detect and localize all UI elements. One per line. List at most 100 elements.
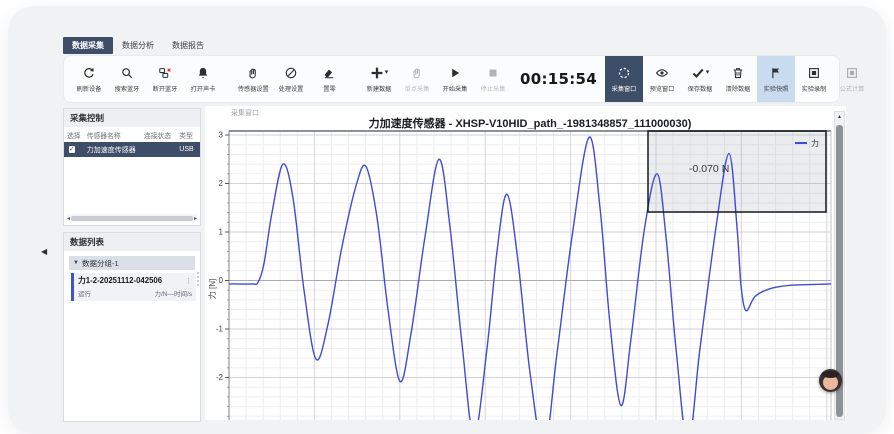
- hand-point-icon: [410, 66, 424, 80]
- new-data-button[interactable]: ▾ 新建数据: [360, 56, 398, 102]
- sensor-icon: [246, 66, 260, 80]
- data-list-panel: 数据列表 ▼数据分组-1力1-2-20251112-042506⋮运行力/N—时…: [63, 232, 201, 422]
- avatar-hair: [822, 371, 839, 378]
- panel-resize-handle[interactable]: [197, 272, 199, 286]
- group-caret-icon: ▼: [73, 260, 79, 266]
- collect-window-label: 采集窗口: [612, 83, 637, 93]
- preview-window-label: 预览窗口: [650, 83, 675, 93]
- caret-down-icon[interactable]: ▾: [385, 69, 389, 76]
- collection-timer: 00:15:54: [520, 70, 597, 88]
- legend-label: 力: [811, 138, 819, 148]
- y-tick-label: 1: [219, 228, 224, 237]
- experiment-record-label: 实验录制: [802, 83, 827, 93]
- plus-icon: [370, 66, 384, 80]
- stop-collect-button[interactable]: 停止采集: [474, 56, 512, 102]
- sensor-row[interactable]: ✓ 力加速度传感器 USB: [64, 142, 200, 157]
- play-icon: [448, 66, 462, 80]
- collect-window-chart-panel: 采集窗口 力加速度传感器 - XHSP-V10HID_path_-1981348…: [205, 106, 846, 420]
- scroll-up-icon[interactable]: ▲: [835, 112, 844, 122]
- column-header-2: 连接状态: [144, 130, 179, 140]
- search-icon: [120, 66, 134, 80]
- save-data-button[interactable]: ▾保存数据: [681, 56, 719, 102]
- dashed-circle-icon: [617, 66, 631, 80]
- group-label: 数据分组-1: [82, 258, 119, 269]
- y-tick-label: -2: [216, 373, 224, 382]
- refresh-device-label: 刷新设备: [77, 83, 102, 93]
- column-header-1: 传感器名称: [87, 130, 144, 140]
- data-group-header[interactable]: ▼数据分组-1: [69, 256, 195, 270]
- clear-data-button[interactable]: 清除数据: [719, 56, 757, 102]
- y-axis-label: 力 [N]: [207, 279, 217, 299]
- start-collect-label: 开始采集: [443, 83, 468, 93]
- single-point-collect-button[interactable]: 单点采集: [398, 56, 436, 102]
- item-overflow-icon[interactable]: ⋮: [185, 277, 192, 285]
- scroll-right-icon[interactable]: ▸: [194, 215, 197, 222]
- sensor-table-hscrollbar[interactable]: ◂ ▸: [67, 214, 197, 222]
- cursor-value-annotation: -0.070 N: [689, 163, 729, 175]
- preview-window-button[interactable]: 预览窗口: [643, 56, 681, 102]
- toolbar-right: 采集窗口 预览窗口 ▾保存数据清除数据 实验快照 实验录制 公式计算: [605, 56, 871, 102]
- sensor-settings-label: 传感器设置: [238, 83, 269, 93]
- hscroll-thumb[interactable]: [71, 216, 193, 221]
- experiment-snapshot-button[interactable]: 实验快照: [757, 56, 795, 102]
- data-item-status: 运行: [78, 288, 91, 298]
- collect-control-title: 采集控制: [64, 109, 200, 127]
- experiment-snapshot-label: 实验快照: [764, 83, 789, 93]
- sensor-table-header: 选择传感器名称连接状态类型: [64, 127, 200, 142]
- main-tab-bar: 数据采集数据分析数据报告: [63, 37, 213, 54]
- process-settings-button[interactable]: 处理设置: [272, 56, 310, 102]
- formula-icon: [845, 66, 859, 80]
- sensor-table-body: ✓ 力加速度传感器 USB: [64, 142, 200, 157]
- check-icon: [691, 66, 705, 80]
- column-header-0: 选择: [67, 130, 87, 140]
- assistant-avatar-button[interactable]: [819, 369, 842, 392]
- caret-down-icon[interactable]: ▾: [706, 69, 710, 76]
- data-list-title: 数据列表: [64, 233, 200, 251]
- flag-icon: [769, 66, 783, 80]
- force-time-plot: 3 2 1 0 -1 -2 力 [N] -0.070 N 力: [205, 106, 846, 420]
- disconnect-bluetooth-label: 断开蓝牙: [153, 83, 178, 93]
- y-tick-label: 2: [219, 179, 224, 188]
- record-icon: [807, 66, 821, 80]
- clear-data-label: 清除数据: [726, 83, 751, 93]
- eraser-icon: [322, 66, 336, 80]
- sensor-name: 力加速度传感器: [87, 145, 144, 155]
- zero-set-button[interactable]: 置零: [310, 56, 348, 102]
- collapse-sidebar-arrow[interactable]: ◀: [41, 247, 47, 256]
- search-bluetooth-button[interactable]: 搜索蓝牙: [108, 56, 146, 102]
- data-list-body: ▼数据分组-1力1-2-20251112-042506⋮运行力/N—时间/s: [64, 256, 200, 301]
- tab-0[interactable]: 数据采集: [63, 37, 113, 54]
- sensor-checkbox[interactable]: ✓: [69, 146, 75, 153]
- data-list-item[interactable]: 力1-2-20251112-042506⋮运行力/N—时间/s: [71, 273, 196, 301]
- refresh-icon: [82, 66, 96, 80]
- slash-circle-icon: [284, 66, 298, 80]
- stop-collect-label: 停止采集: [481, 83, 506, 93]
- formula-calc-label: 公式计算: [840, 83, 865, 93]
- toolbar: 刷新设备搜索蓝牙断开蓝牙 打开声卡 传感器设置处理设置置零 ▾ 新建数据单点采集开始采集…: [63, 55, 840, 103]
- stop-icon: [486, 66, 500, 80]
- tab-2[interactable]: 数据报告: [163, 37, 213, 54]
- refresh-device-button[interactable]: 刷新设备: [70, 56, 108, 102]
- bluetooth-disconnect-icon: [158, 66, 172, 80]
- eye-icon: [655, 66, 669, 80]
- start-collect-button[interactable]: 开始采集: [436, 56, 474, 102]
- y-tick-label: -1: [216, 325, 224, 334]
- scroll-left-icon[interactable]: ◂: [67, 215, 70, 222]
- column-header-3: 类型: [179, 130, 197, 140]
- open-soundcard-label: 打开声卡: [191, 83, 216, 93]
- new-data-label: 新建数据: [367, 83, 392, 93]
- experiment-record-button[interactable]: 实验录制: [795, 56, 833, 102]
- y-tick-label: 3: [219, 131, 224, 140]
- toolbar-left: 刷新设备搜索蓝牙断开蓝牙 打开声卡 传感器设置处理设置置零 ▾ 新建数据单点采集开始采集…: [70, 56, 512, 102]
- y-tick-label: 0: [219, 276, 224, 285]
- sensor-settings-button[interactable]: 传感器设置: [234, 56, 272, 102]
- tab-1[interactable]: 数据分析: [113, 37, 163, 54]
- collect-window-button[interactable]: 采集窗口: [605, 56, 643, 102]
- formula-calc-button[interactable]: 公式计算: [833, 56, 871, 102]
- disconnect-bluetooth-button[interactable]: 断开蓝牙: [146, 56, 184, 102]
- trash-icon: [731, 66, 745, 80]
- collect-control-panel: 采集控制 选择传感器名称连接状态类型 ✓ 力加速度传感器 USB ◂ ▸: [63, 108, 201, 226]
- open-soundcard-button[interactable]: 打开声卡: [184, 56, 222, 102]
- bell-icon: [196, 66, 210, 80]
- sensor-type: USB: [179, 146, 197, 153]
